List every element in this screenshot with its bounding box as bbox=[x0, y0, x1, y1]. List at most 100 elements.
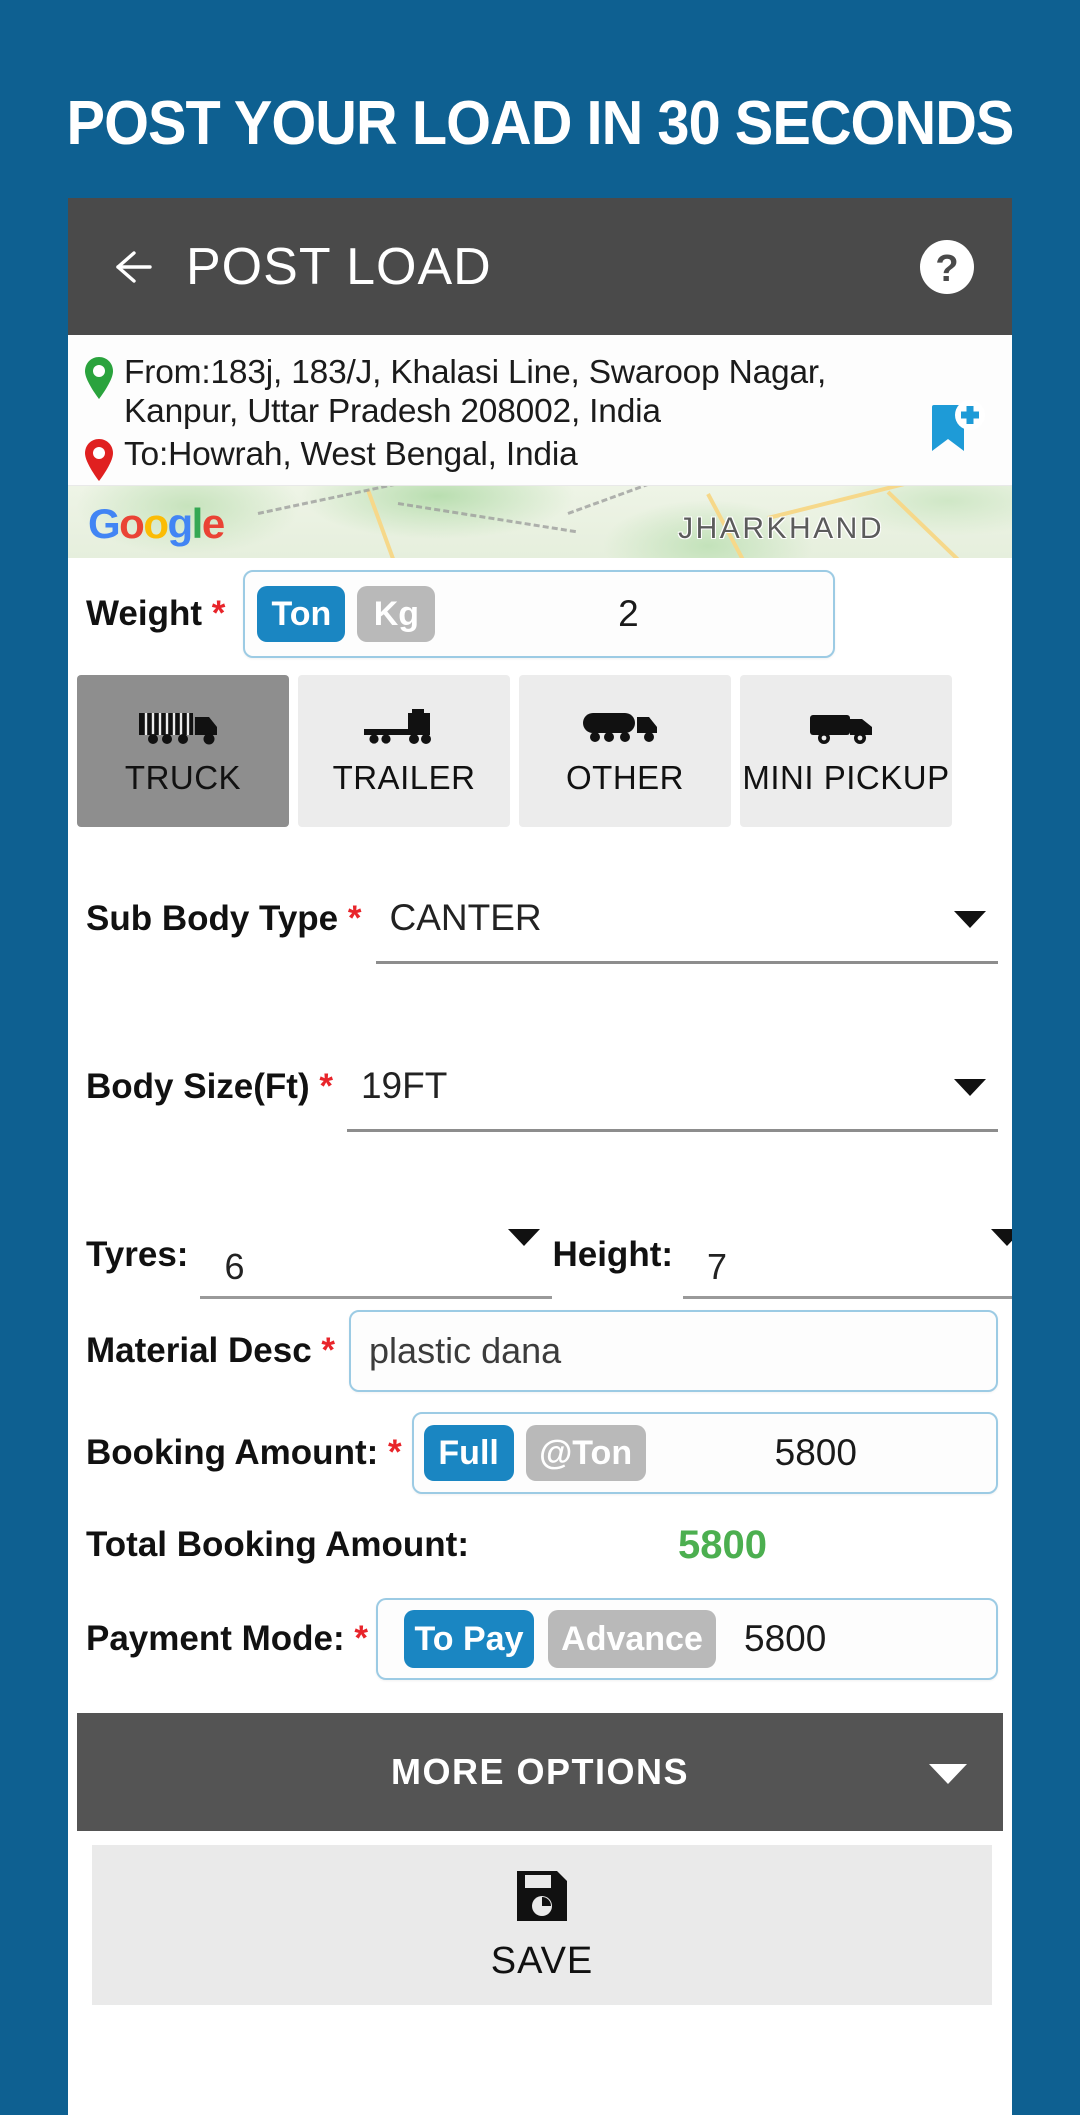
body-size-label: Body Size(Ft) * bbox=[86, 1067, 333, 1107]
required-asterisk: * bbox=[347, 899, 362, 938]
payment-mode-label: Payment Mode: * bbox=[86, 1619, 368, 1659]
vehicle-tab-label: TRAILER bbox=[332, 759, 476, 796]
body-size-label-text: Body Size(Ft) bbox=[86, 1067, 310, 1106]
vehicle-tab-trailer[interactable]: TRAILER bbox=[298, 675, 510, 827]
map-preview[interactable]: Google JHARKHAND bbox=[68, 486, 1012, 558]
floppy-save-icon bbox=[513, 1867, 571, 1930]
tanker-truck-icon bbox=[583, 713, 657, 742]
payment-amount-value-input[interactable]: 5800 bbox=[716, 1618, 986, 1660]
truck-container-icon bbox=[139, 713, 217, 745]
route-summary[interactable]: From:183j, 183/J, Khalasi Line, Swaroop … bbox=[68, 335, 1012, 486]
vehicle-tab-truck[interactable]: TRUCK bbox=[77, 675, 289, 827]
height-group: Height: 7 bbox=[552, 1224, 1012, 1299]
height-label: Height: bbox=[552, 1235, 674, 1274]
chevron-down-icon[interactable] bbox=[954, 1078, 986, 1096]
body-size-row: Body Size(Ft) * 19FT bbox=[68, 1003, 1012, 1171]
total-booking-amount-value: 5800 bbox=[678, 1522, 767, 1567]
more-options-bar[interactable]: MORE OPTIONS bbox=[77, 1713, 1003, 1831]
booking-amount-input-group[interactable]: Full @Ton 5800 bbox=[411, 1412, 998, 1494]
weight-unit-kg-button[interactable]: Kg bbox=[357, 586, 436, 642]
vehicle-tab-label: OTHER bbox=[566, 759, 684, 796]
chevron-down-icon[interactable] bbox=[954, 910, 986, 928]
weight-value-input[interactable]: 2 bbox=[435, 593, 821, 635]
app-bar-title: POST LOAD bbox=[186, 237, 492, 296]
map-pin-red-icon bbox=[82, 437, 116, 483]
weight-row: Weight * Ton Kg 2 bbox=[68, 558, 1012, 670]
sub-body-type-label-text: Sub Body Type bbox=[86, 899, 339, 938]
total-booking-amount-row: Total Booking Amount: 5800 bbox=[68, 1503, 1012, 1587]
material-desc-label: Material Desc * bbox=[86, 1331, 335, 1371]
bookmark-add-icon[interactable] bbox=[924, 397, 988, 461]
chevron-down-icon[interactable] bbox=[508, 1229, 541, 1246]
vehicle-tab-label: MINI PICKUP bbox=[742, 759, 950, 796]
sub-body-type-label: Sub Body Type * bbox=[86, 899, 362, 939]
more-options-label: MORE OPTIONS bbox=[390, 1751, 690, 1792]
sub-body-type-value: CANTER bbox=[389, 896, 542, 938]
weight-label: Weight * bbox=[86, 594, 225, 634]
body-size-dropdown[interactable]: 19FT bbox=[346, 1043, 998, 1132]
payment-mode-row: Payment Mode: * To Pay Advance 5800 bbox=[68, 1587, 1012, 1691]
sub-body-type-row: Sub Body Type * CANTER bbox=[68, 835, 1012, 1003]
height-dropdown[interactable]: 7 bbox=[683, 1224, 1012, 1299]
booking-full-button[interactable]: Full bbox=[423, 1425, 514, 1481]
google-logo: Google bbox=[88, 500, 225, 548]
tyres-value: 6 bbox=[224, 1246, 245, 1287]
tyres-height-row: Tyres: 6 Height: 7 bbox=[68, 1171, 1012, 1299]
body-size-value: 19FT bbox=[360, 1064, 448, 1106]
payment-advance-button[interactable]: Advance bbox=[548, 1610, 717, 1668]
save-button[interactable]: SAVE bbox=[92, 1845, 992, 2005]
sub-body-type-dropdown[interactable]: CANTER bbox=[375, 875, 998, 964]
google-logo-letter: g bbox=[167, 500, 193, 547]
route-from: From:183j, 183/J, Khalasi Line, Swaroop … bbox=[68, 353, 1012, 431]
chevron-down-icon[interactable] bbox=[929, 1764, 967, 1784]
svg-text:?: ? bbox=[935, 248, 958, 290]
app-screen: POST LOAD ? From:183j, 183/J, Khalasi Li… bbox=[68, 198, 1012, 2115]
google-logo-letter: e bbox=[201, 500, 225, 547]
arrow-left-icon[interactable] bbox=[104, 239, 160, 295]
material-desc-label-text: Material Desc bbox=[86, 1331, 312, 1370]
required-asterisk: * bbox=[354, 1619, 369, 1658]
booking-per-ton-button[interactable]: @Ton bbox=[525, 1425, 646, 1481]
required-asterisk: * bbox=[319, 1067, 333, 1106]
help-circle-icon[interactable]: ? bbox=[916, 236, 978, 298]
tyres-label: Tyres: bbox=[86, 1235, 189, 1274]
save-label: SAVE bbox=[490, 1940, 594, 1982]
payment-mode-label-text: Payment Mode: bbox=[86, 1619, 345, 1658]
height-value: 7 bbox=[707, 1246, 728, 1287]
required-asterisk: * bbox=[388, 1433, 402, 1472]
booking-amount-label: Booking Amount: * bbox=[86, 1433, 402, 1473]
total-booking-amount-label: Total Booking Amount: bbox=[86, 1525, 469, 1564]
vehicle-type-tabs[interactable]: TRUCK TRAILER OTHER MINI PICKUP bbox=[68, 670, 1012, 835]
material-desc-row: Material Desc * plastic dana bbox=[68, 1299, 1012, 1403]
map-region-label: JHARKHAND bbox=[678, 512, 884, 545]
route-to-text: To:Howrah, West Bengal, India bbox=[124, 436, 578, 473]
map-pin-green-icon bbox=[82, 355, 116, 401]
required-asterisk: * bbox=[211, 594, 226, 633]
app-bar: POST LOAD ? bbox=[68, 198, 1012, 335]
vehicle-tab-mini-pickup[interactable]: MINI PICKUP bbox=[740, 675, 952, 827]
weight-unit-ton-button[interactable]: Ton bbox=[257, 586, 346, 642]
weight-input-group[interactable]: Ton Kg 2 bbox=[243, 570, 836, 658]
route-to: To:Howrah, West Bengal, India bbox=[68, 435, 1012, 483]
material-desc-input[interactable]: plastic dana bbox=[349, 1310, 998, 1392]
tyres-dropdown[interactable]: 6 bbox=[200, 1224, 553, 1299]
material-desc-value: plastic dana bbox=[369, 1330, 562, 1371]
vehicle-tab-label: TRUCK bbox=[124, 759, 242, 796]
booking-amount-label-text: Booking Amount: bbox=[86, 1433, 379, 1472]
weight-label-text: Weight bbox=[86, 594, 203, 633]
payment-mode-input-group[interactable]: To Pay Advance 5800 bbox=[376, 1598, 998, 1680]
google-logo-letter: l bbox=[191, 500, 204, 547]
booking-amount-value-input[interactable]: 5800 bbox=[646, 1432, 986, 1474]
vehicle-tab-other[interactable]: OTHER bbox=[519, 675, 731, 827]
google-logo-letter: G bbox=[88, 500, 121, 547]
mini-pickup-icon bbox=[810, 715, 872, 744]
payment-to-pay-button[interactable]: To Pay bbox=[404, 1610, 535, 1668]
google-logo-letter: o bbox=[119, 500, 145, 547]
google-logo-letter: o bbox=[143, 500, 169, 547]
booking-amount-row: Booking Amount: * Full @Ton 5800 bbox=[68, 1403, 1012, 1503]
required-asterisk: * bbox=[321, 1331, 336, 1370]
tyres-group: Tyres: 6 bbox=[86, 1224, 553, 1299]
chevron-down-icon[interactable] bbox=[991, 1229, 1012, 1246]
route-from-text: From:183j, 183/J, Khalasi Line, Swaroop … bbox=[124, 354, 827, 430]
page-title: POST YOUR LOAD IN 30 SECONDS bbox=[66, 89, 1015, 158]
